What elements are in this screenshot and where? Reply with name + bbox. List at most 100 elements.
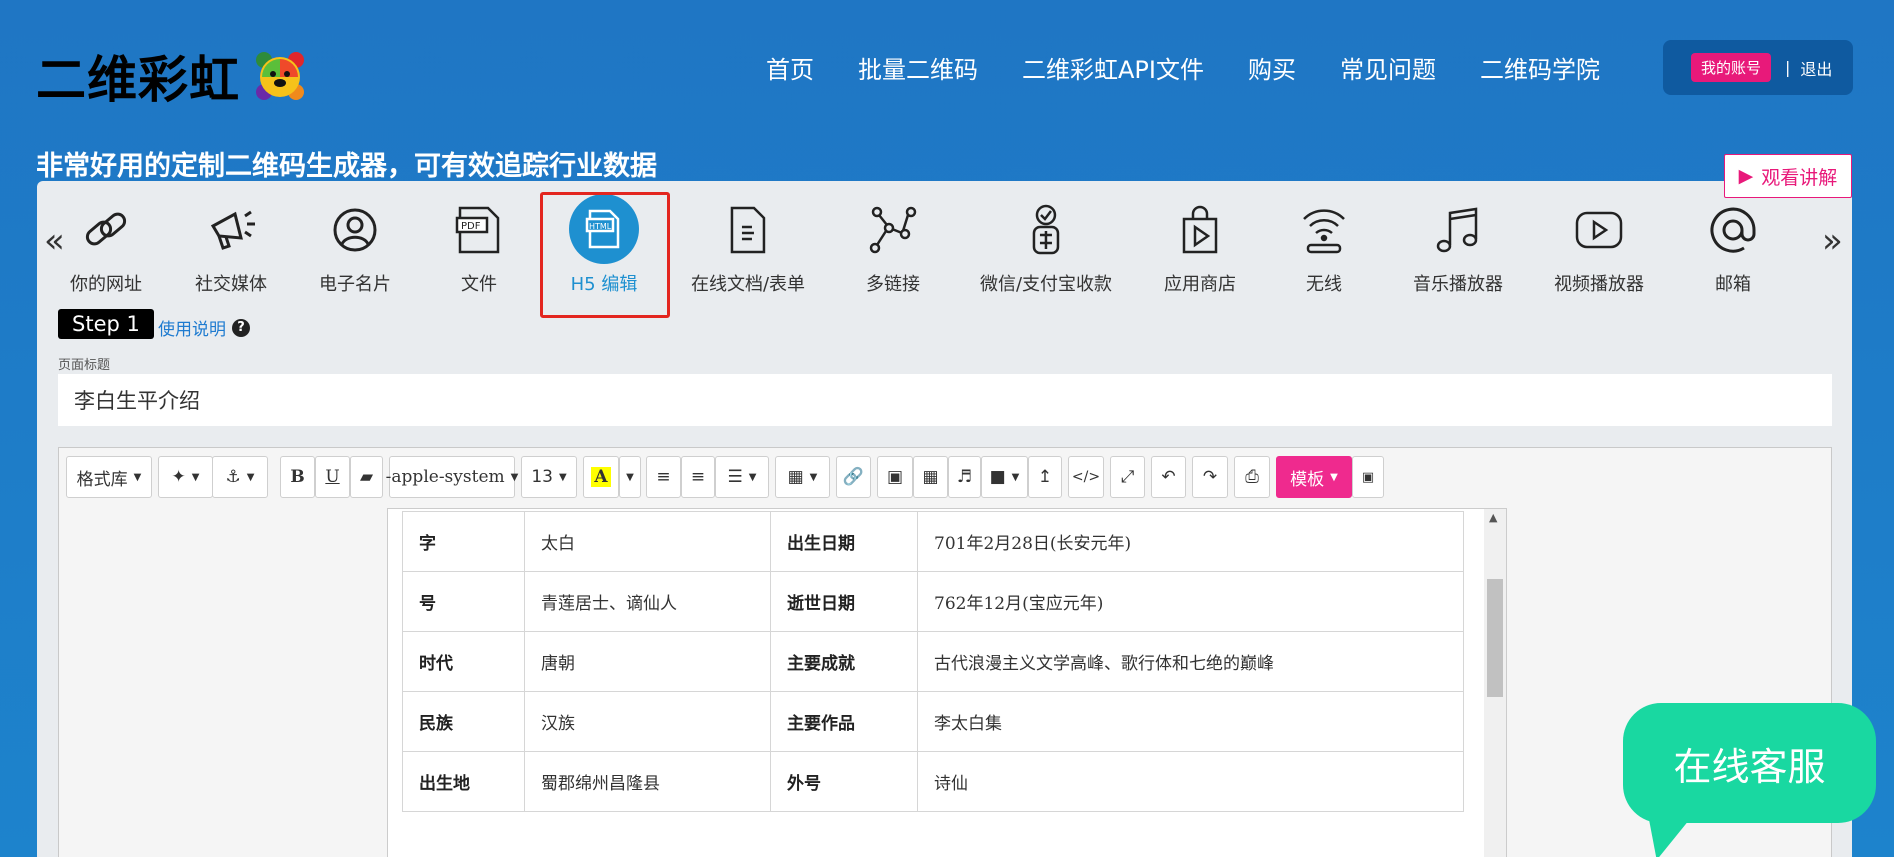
editor-document[interactable]: 字 太白 出生日期 701年2月28日(长安元年) 号 青莲居士、谪仙人 逝世日…: [387, 508, 1507, 857]
align-dropdown[interactable]: ☰ ▼: [715, 456, 769, 498]
bullet-list-button[interactable]: ≡: [646, 456, 681, 498]
type-payment[interactable]: 微信/支付宝收款: [980, 200, 1112, 296]
format-style-dropdown[interactable]: 格式库 ▼: [66, 456, 152, 498]
gallery-icon: ▣: [886, 467, 904, 487]
table-cell[interactable]: 701年2月28日(长安元年): [917, 511, 1464, 572]
table-cell[interactable]: 逝世日期: [770, 571, 918, 632]
logout-link[interactable]: 退出: [1800, 56, 1832, 80]
table-cell[interactable]: 762年12月(宝应元年): [917, 571, 1464, 632]
scroll-up-icon[interactable]: ▲: [1489, 511, 1497, 524]
type-wifi[interactable]: 无线: [1294, 200, 1354, 296]
table-cell[interactable]: 诗仙: [917, 751, 1464, 812]
nav-purchase[interactable]: 购买: [1248, 50, 1296, 85]
link-icon: [76, 200, 136, 260]
font-size-dropdown[interactable]: 13 ▼: [521, 456, 577, 498]
type-video[interactable]: 视频播放器: [1554, 200, 1644, 296]
account-box: 我的账号 | 退出: [1663, 40, 1853, 95]
align-left-icon: ☰: [727, 467, 743, 487]
font-family-dropdown[interactable]: -apple-system ▼: [386, 456, 518, 498]
font-color-button[interactable]: A: [583, 456, 619, 498]
table-cell[interactable]: 太白: [524, 511, 771, 572]
editor-scrollbar[interactable]: ▲: [1484, 509, 1506, 857]
type-social[interactable]: 社交媒体: [195, 200, 267, 296]
undo-icon: ↶: [1161, 467, 1176, 487]
table-cell[interactable]: 青莲居士、谪仙人: [524, 571, 771, 632]
code-view-button[interactable]: </>: [1068, 456, 1104, 498]
chevron-down-icon: ▼: [1330, 471, 1338, 483]
page-title-label: 页面标题: [58, 358, 111, 373]
redo-icon: ↷: [1202, 467, 1218, 487]
code-icon: </>: [1071, 469, 1101, 485]
table-cell[interactable]: 主要成就: [770, 631, 918, 692]
table-cell[interactable]: 号: [402, 571, 525, 632]
network-icon: [863, 200, 923, 260]
usage-help-link[interactable]: 使用说明 ?: [158, 315, 250, 340]
table-cell[interactable]: 李太白集: [917, 691, 1464, 752]
type-online-doc[interactable]: 在线文档/表单: [691, 200, 805, 296]
type-app-store[interactable]: 应用商店: [1164, 200, 1236, 296]
bold-icon: B: [290, 467, 305, 487]
play-icon: ▶: [1738, 165, 1754, 187]
chevron-down-icon: ▼: [558, 471, 567, 483]
gallery-button[interactable]: ▣: [877, 456, 913, 498]
bold-button[interactable]: B: [280, 456, 315, 498]
fullscreen-button[interactable]: ⤢: [1110, 456, 1145, 498]
table-cell[interactable]: 出生日期: [770, 511, 918, 572]
type-url[interactable]: 你的网址: [70, 200, 142, 296]
magic-wand-dropdown[interactable]: ✦ ▼: [158, 456, 213, 498]
table-cell[interactable]: 古代浪漫主义文学高峰、歌行体和七绝的巅峰: [917, 631, 1464, 692]
link-button[interactable]: 🔗: [836, 456, 871, 498]
table-cell[interactable]: 汉族: [524, 691, 771, 752]
type-email[interactable]: 邮箱: [1703, 200, 1763, 296]
image-button[interactable]: ▦: [913, 456, 948, 498]
print-button[interactable]: ⎙: [1234, 456, 1270, 498]
my-account-button[interactable]: 我的账号: [1691, 53, 1772, 82]
nav-api-docs[interactable]: 二维彩虹API文件: [1022, 50, 1204, 85]
nav-faq[interactable]: 常见问题: [1340, 50, 1436, 85]
video-dropdown[interactable]: ■ ▼: [981, 456, 1028, 498]
upload-button[interactable]: ↥: [1028, 456, 1062, 498]
underline-button[interactable]: U: [315, 456, 350, 498]
template-dropdown[interactable]: 模板 ▼: [1276, 456, 1352, 498]
type-music[interactable]: 音乐播放器: [1413, 200, 1503, 296]
scrollbar-thumb[interactable]: [1487, 579, 1503, 697]
nav-qr-academy[interactable]: 二维码学院: [1480, 50, 1600, 85]
chevron-down-icon: ▼: [133, 471, 142, 483]
table-cell[interactable]: 时代: [402, 631, 525, 692]
save-button[interactable]: ▣: [1352, 456, 1384, 498]
format-style-label: 格式库: [76, 469, 128, 490]
redo-button[interactable]: ↷: [1192, 456, 1228, 498]
page-title-input[interactable]: [58, 374, 1832, 426]
chevron-down-icon: ▼: [809, 471, 818, 483]
online-support-button[interactable]: 在线客服: [1623, 703, 1876, 823]
numbered-list-button[interactable]: ≡: [681, 456, 715, 498]
type-multi-link[interactable]: 多链接: [863, 200, 923, 296]
eraser-button[interactable]: ▰: [350, 456, 383, 498]
template-label: 模板: [1290, 469, 1325, 490]
table-cell[interactable]: 外号: [770, 751, 918, 812]
watch-tutorial-button[interactable]: ▶ 观看讲解: [1724, 154, 1852, 198]
anchor-dropdown[interactable]: ⚓ ▼: [212, 456, 268, 498]
nav-batch-qr[interactable]: 批量二维码: [858, 50, 978, 85]
type-vcard[interactable]: 电子名片: [319, 200, 391, 296]
undo-button[interactable]: ↶: [1151, 456, 1186, 498]
table-cell[interactable]: 字: [402, 511, 525, 572]
image-icon: ▦: [922, 467, 939, 487]
table-cell[interactable]: 出生地: [402, 751, 525, 812]
table-dropdown[interactable]: ▦ ▼: [775, 456, 830, 498]
table-cell[interactable]: 主要作品: [770, 691, 918, 752]
user-circle-icon: [325, 200, 385, 260]
site-logo[interactable]: 二维彩虹: [36, 40, 306, 112]
table-cell[interactable]: 唐朝: [524, 631, 771, 692]
numbered-list-icon: ≡: [690, 467, 706, 487]
nav-home[interactable]: 首页: [766, 50, 814, 85]
magic-wand-icon: ✦: [171, 467, 186, 487]
table-cell[interactable]: 蜀郡绵州昌隆县: [524, 751, 771, 812]
audio-button[interactable]: ♬: [948, 456, 981, 498]
type-label: 音乐播放器: [1413, 274, 1503, 295]
table-cell[interactable]: 民族: [402, 691, 525, 752]
pdf-file-icon: PDF: [449, 200, 509, 260]
type-file[interactable]: PDF 文件: [449, 200, 509, 296]
eraser-icon: ▰: [359, 467, 374, 487]
font-color-dropdown[interactable]: ▼: [619, 456, 641, 498]
